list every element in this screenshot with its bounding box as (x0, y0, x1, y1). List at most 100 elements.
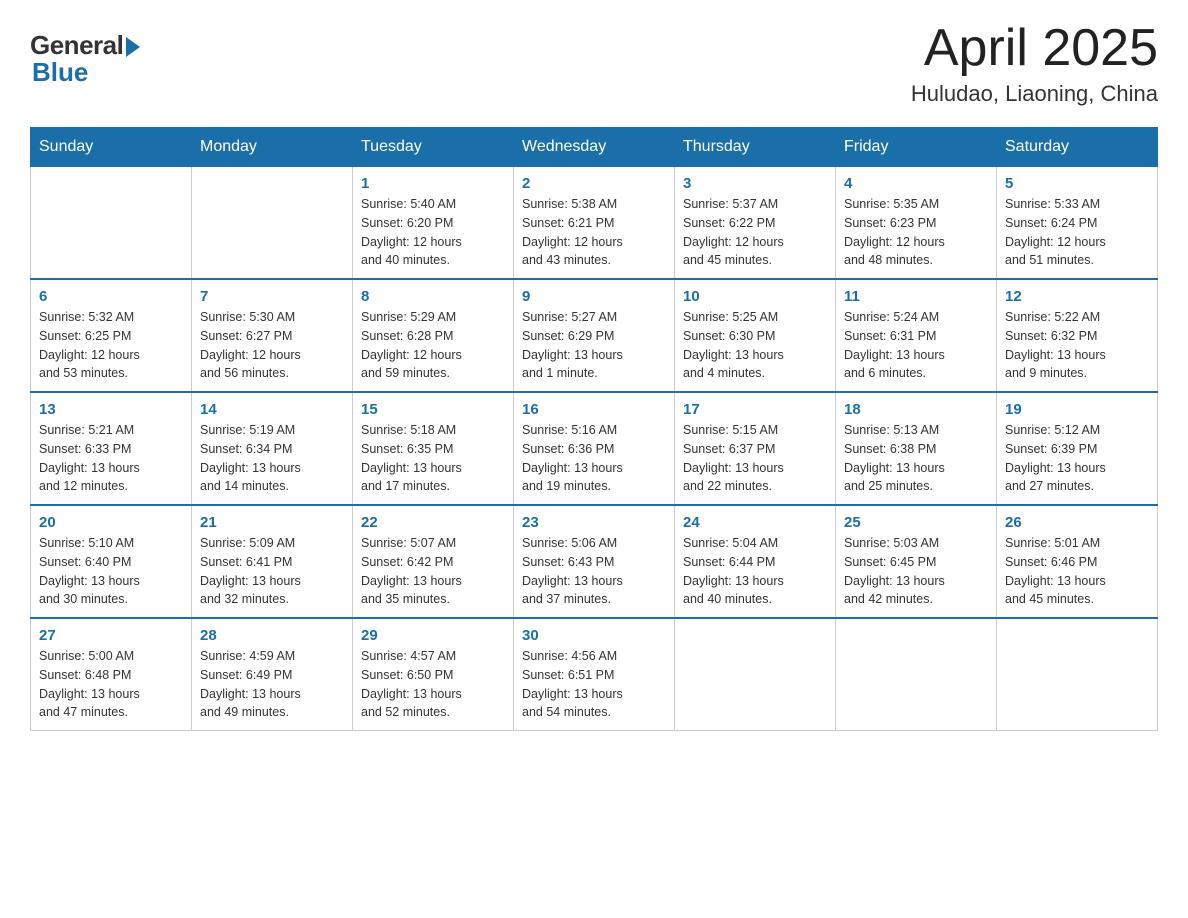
calendar-cell: 18 Sunrise: 5:13 AMSunset: 6:38 PMDayligh… (836, 392, 997, 505)
day-number: 29 (361, 627, 505, 644)
calendar-cell: 8 Sunrise: 5:29 AMSunset: 6:28 PMDaylight… (353, 279, 514, 392)
calendar-week-row: 20 Sunrise: 5:10 AMSunset: 6:40 PMDayligh… (31, 505, 1158, 618)
calendar-header-friday: Friday (836, 128, 997, 167)
day-number: 26 (1005, 514, 1149, 531)
day-number: 8 (361, 288, 505, 305)
day-info: Sunrise: 5:16 AMSunset: 6:36 PMDaylight:… (522, 421, 666, 496)
day-number: 11 (844, 288, 988, 305)
day-info: Sunrise: 4:57 AMSunset: 6:50 PMDaylight:… (361, 647, 505, 722)
calendar-week-row: 27 Sunrise: 5:00 AMSunset: 6:48 PMDayligh… (31, 618, 1158, 731)
calendar-cell: 16 Sunrise: 5:16 AMSunset: 6:36 PMDayligh… (514, 392, 675, 505)
calendar-cell (675, 618, 836, 731)
day-info: Sunrise: 5:09 AMSunset: 6:41 PMDaylight:… (200, 534, 344, 609)
calendar-cell: 27 Sunrise: 5:00 AMSunset: 6:48 PMDayligh… (31, 618, 192, 731)
day-number: 28 (200, 627, 344, 644)
day-number: 20 (39, 514, 183, 531)
day-info: Sunrise: 5:32 AMSunset: 6:25 PMDaylight:… (39, 308, 183, 383)
day-info: Sunrise: 5:01 AMSunset: 6:46 PMDaylight:… (1005, 534, 1149, 609)
calendar-cell: 26 Sunrise: 5:01 AMSunset: 6:46 PMDayligh… (997, 505, 1158, 618)
calendar-cell (31, 167, 192, 280)
calendar-cell: 17 Sunrise: 5:15 AMSunset: 6:37 PMDayligh… (675, 392, 836, 505)
day-info: Sunrise: 5:25 AMSunset: 6:30 PMDaylight:… (683, 308, 827, 383)
day-number: 18 (844, 401, 988, 418)
day-info: Sunrise: 5:38 AMSunset: 6:21 PMDaylight:… (522, 195, 666, 270)
calendar-cell: 23Sunrise: 5:06 AMSunset: 6:43 PMDayligh… (514, 505, 675, 618)
calendar-cell: 29 Sunrise: 4:57 AMSunset: 6:50 PMDayligh… (353, 618, 514, 731)
day-info: Sunrise: 5:24 AMSunset: 6:31 PMDaylight:… (844, 308, 988, 383)
day-info: Sunrise: 5:03 AMSunset: 6:45 PMDaylight:… (844, 534, 988, 609)
day-info: Sunrise: 5:37 AMSunset: 6:22 PMDaylight:… (683, 195, 827, 270)
calendar-cell: 7Sunrise: 5:30 AMSunset: 6:27 PMDaylight… (192, 279, 353, 392)
calendar-cell: 30 Sunrise: 4:56 AMSunset: 6:51 PMDayligh… (514, 618, 675, 731)
page-header: General Blue April 2025 Huludao, Liaonin… (30, 20, 1158, 107)
calendar-cell: 9Sunrise: 5:27 AMSunset: 6:29 PMDaylight… (514, 279, 675, 392)
day-number: 2 (522, 175, 666, 192)
day-number: 15 (361, 401, 505, 418)
calendar-cell: 6 Sunrise: 5:32 AMSunset: 6:25 PMDaylight… (31, 279, 192, 392)
calendar-cell: 10 Sunrise: 5:25 AMSunset: 6:30 PMDayligh… (675, 279, 836, 392)
day-number: 17 (683, 401, 827, 418)
calendar-cell: 12 Sunrise: 5:22 AMSunset: 6:32 PMDayligh… (997, 279, 1158, 392)
logo-blue-text: Blue (32, 57, 88, 88)
calendar-table: SundayMondayTuesdayWednesdayThursdayFrid… (30, 127, 1158, 731)
day-info: Sunrise: 5:19 AMSunset: 6:34 PMDaylight:… (200, 421, 344, 496)
calendar-cell (836, 618, 997, 731)
calendar-cell: 1 Sunrise: 5:40 AMSunset: 6:20 PMDaylight… (353, 167, 514, 280)
day-info: Sunrise: 5:10 AMSunset: 6:40 PMDaylight:… (39, 534, 183, 609)
day-number: 6 (39, 288, 183, 305)
day-number: 25 (844, 514, 988, 531)
day-info: Sunrise: 5:40 AMSunset: 6:20 PMDaylight:… (361, 195, 505, 270)
calendar-cell: 4 Sunrise: 5:35 AMSunset: 6:23 PMDaylight… (836, 167, 997, 280)
day-number: 3 (683, 175, 827, 192)
day-info: Sunrise: 5:00 AMSunset: 6:48 PMDaylight:… (39, 647, 183, 722)
day-info: Sunrise: 4:59 AMSunset: 6:49 PMDaylight:… (200, 647, 344, 722)
day-number: 16 (522, 401, 666, 418)
day-number: 10 (683, 288, 827, 305)
calendar-header-row: SundayMondayTuesdayWednesdayThursdayFrid… (31, 128, 1158, 167)
day-info: Sunrise: 5:18 AMSunset: 6:35 PMDaylight:… (361, 421, 505, 496)
day-number: 1 (361, 175, 505, 192)
day-info: Sunrise: 5:07 AMSunset: 6:42 PMDaylight:… (361, 534, 505, 609)
day-info: Sunrise: 5:35 AMSunset: 6:23 PMDaylight:… (844, 195, 988, 270)
day-number: 14 (200, 401, 344, 418)
day-number: 13 (39, 401, 183, 418)
logo: General Blue (30, 30, 140, 88)
calendar-cell: 19Sunrise: 5:12 AMSunset: 6:39 PMDayligh… (997, 392, 1158, 505)
location-title: Huludao, Liaoning, China (911, 81, 1158, 107)
calendar-header-sunday: Sunday (31, 128, 192, 167)
calendar-header-tuesday: Tuesday (353, 128, 514, 167)
day-info: Sunrise: 5:22 AMSunset: 6:32 PMDaylight:… (1005, 308, 1149, 383)
day-number: 21 (200, 514, 344, 531)
day-number: 30 (522, 627, 666, 644)
day-info: Sunrise: 5:04 AMSunset: 6:44 PMDaylight:… (683, 534, 827, 609)
title-section: April 2025 Huludao, Liaoning, China (911, 20, 1158, 107)
calendar-cell: 11 Sunrise: 5:24 AMSunset: 6:31 PMDayligh… (836, 279, 997, 392)
day-info: Sunrise: 5:30 AMSunset: 6:27 PMDaylight:… (200, 308, 344, 383)
day-info: Sunrise: 5:29 AMSunset: 6:28 PMDaylight:… (361, 308, 505, 383)
day-info: Sunrise: 5:21 AMSunset: 6:33 PMDaylight:… (39, 421, 183, 496)
day-number: 27 (39, 627, 183, 644)
calendar-cell: 22 Sunrise: 5:07 AMSunset: 6:42 PMDayligh… (353, 505, 514, 618)
month-title: April 2025 (911, 20, 1158, 77)
calendar-cell (997, 618, 1158, 731)
calendar-week-row: 13 Sunrise: 5:21 AMSunset: 6:33 PMDayligh… (31, 392, 1158, 505)
day-info: Sunrise: 5:13 AMSunset: 6:38 PMDaylight:… (844, 421, 988, 496)
day-info: Sunrise: 4:56 AMSunset: 6:51 PMDaylight:… (522, 647, 666, 722)
calendar-week-row: 1 Sunrise: 5:40 AMSunset: 6:20 PMDaylight… (31, 167, 1158, 280)
calendar-header-saturday: Saturday (997, 128, 1158, 167)
day-number: 12 (1005, 288, 1149, 305)
calendar-cell: 14 Sunrise: 5:19 AMSunset: 6:34 PMDayligh… (192, 392, 353, 505)
calendar-cell: 3 Sunrise: 5:37 AMSunset: 6:22 PMDaylight… (675, 167, 836, 280)
day-number: 22 (361, 514, 505, 531)
calendar-week-row: 6 Sunrise: 5:32 AMSunset: 6:25 PMDaylight… (31, 279, 1158, 392)
day-info: Sunrise: 5:06 AMSunset: 6:43 PMDaylight:… (522, 534, 666, 609)
calendar-cell: 13 Sunrise: 5:21 AMSunset: 6:33 PMDayligh… (31, 392, 192, 505)
logo-arrow-icon (126, 37, 140, 57)
day-number: 24 (683, 514, 827, 531)
day-info: Sunrise: 5:15 AMSunset: 6:37 PMDaylight:… (683, 421, 827, 496)
day-number: 5 (1005, 175, 1149, 192)
calendar-cell: 25 Sunrise: 5:03 AMSunset: 6:45 PMDayligh… (836, 505, 997, 618)
calendar-cell: 28 Sunrise: 4:59 AMSunset: 6:49 PMDayligh… (192, 618, 353, 731)
calendar-cell (192, 167, 353, 280)
day-number: 4 (844, 175, 988, 192)
